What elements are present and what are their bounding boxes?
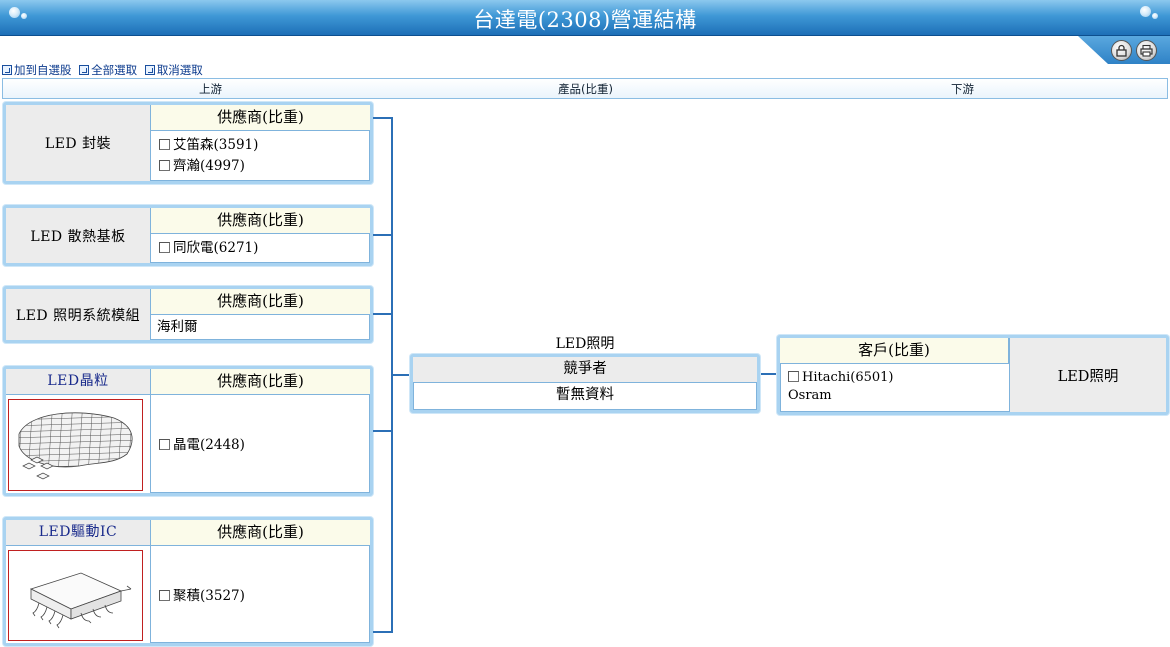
action-bar: 加到自選股 全部選取 取消選取 [2,62,207,78]
category-label: LED驅動IC [6,520,150,546]
customer-label: Osram [788,388,832,403]
supplier-header: 供應商(比重) [151,208,370,234]
connector-line [373,117,392,119]
connector-line [760,373,778,375]
connector-line [391,374,411,376]
select-all-link[interactable]: 全部選取 [79,62,137,78]
arrow-icon [144,65,155,75]
upstream-box: LED 封裝 供應商(比重) 艾笛森(3591) 齊瀚(4997) [3,102,373,184]
ic-chip-image [8,550,143,641]
connector-line [373,631,392,633]
arrow-icon [79,65,90,75]
checkbox[interactable] [159,139,170,150]
arrow-icon [2,65,12,75]
add-to-watchlist-link[interactable]: 加到自選股 [2,62,72,78]
customer-item: Osram [788,386,894,406]
supplier-label: 齊瀚(4997) [173,158,245,174]
connector-line [373,313,392,315]
customer-item[interactable]: Hitachi(6501) [788,368,894,388]
supplier-label: 海利爾 [157,319,198,335]
category-cell: LED驅動IC [6,520,151,643]
competitor-header: 競爭者 [413,357,757,383]
supplier-header: 供應商(比重) [151,105,370,131]
supplier-item[interactable]: 晶電(2448) [159,435,366,456]
column-header: 上游 產品(比重) 下游 [2,78,1168,99]
supplier-item[interactable]: 艾笛森(3591) [159,135,366,156]
action-label: 全部選取 [91,63,138,77]
category-label: LED晶粒 [6,369,150,395]
competitor-value: 暫無資料 [556,387,614,403]
downstream-product-label: LED照明 [1057,368,1119,385]
supplier-label: 同欣電(6271) [173,240,259,256]
downstream-product-cell: LED照明 [1009,338,1166,412]
category-label: LED 照明系統模組 [15,307,141,324]
customer-label: Hitachi(6501) [802,370,894,385]
upstream-box: LED 照明系統模組 供應商(比重) 海利爾 [3,286,373,343]
customer-header: 客戶(比重) [780,338,1009,364]
category-label: LED 封裝 [44,136,112,152]
upstream-box: LED 散熱基板 供應商(比重) 同欣電(6271) [3,205,373,266]
supplier-header: 供應商(比重) [151,520,370,546]
title-bar: 台達電(2308)營運結構 [0,0,1170,36]
checkbox[interactable] [159,439,170,450]
printer-icon[interactable] [1136,40,1157,61]
supplier-label: 聚積(3527) [173,588,245,604]
upstream-box: LED驅動IC 供應商(比重) 聚積(3527) [3,517,373,646]
supplier-label: 晶電(2448) [173,437,245,453]
column-downstream: 下游 [951,82,974,96]
supplier-header: 供應商(比重) [151,369,370,395]
category-cell: LED 散熱基板 [6,208,151,263]
category-cell: LED 照明系統模組 [6,289,151,340]
lock-icon[interactable] [1111,40,1132,61]
product-name: LED照明 [555,336,615,352]
action-label: 加到自選股 [14,63,72,77]
supplier-item[interactable]: 聚積(3527) [159,586,366,607]
supplier-label: 艾笛森(3591) [173,137,259,153]
upstream-box: LED晶粒 供應商(比重) 晶電(2448) [3,366,373,496]
connector-line [373,430,392,432]
checkbox[interactable] [159,242,170,253]
action-label: 取消選取 [156,63,203,77]
supplier-item: 海利爾 [157,317,366,338]
supplier-header: 供應商(比重) [151,289,370,315]
checkbox[interactable] [788,371,799,382]
page-title: 台達電(2308)營運結構 [473,8,697,32]
deselect-link[interactable]: 取消選取 [144,62,203,78]
led-wafer-image [8,399,143,491]
category-cell: LED晶粒 [6,369,151,493]
downstream-box: 客戶(比重) Hitachi(6501) Osram LED照明 [777,335,1169,415]
supplier-item[interactable]: 同欣電(6271) [159,238,366,259]
checkbox[interactable] [159,590,170,601]
product-box: 競爭者 暫無資料 [410,354,760,413]
supplier-item[interactable]: 齊瀚(4997) [159,156,366,177]
category-label: LED 散熱基板 [30,228,126,245]
category-cell: LED 封裝 [6,105,151,181]
connector-line [373,234,392,236]
column-upstream: 上游 [199,82,222,96]
column-product: 產品(比重) [558,82,613,96]
checkbox[interactable] [159,160,170,171]
